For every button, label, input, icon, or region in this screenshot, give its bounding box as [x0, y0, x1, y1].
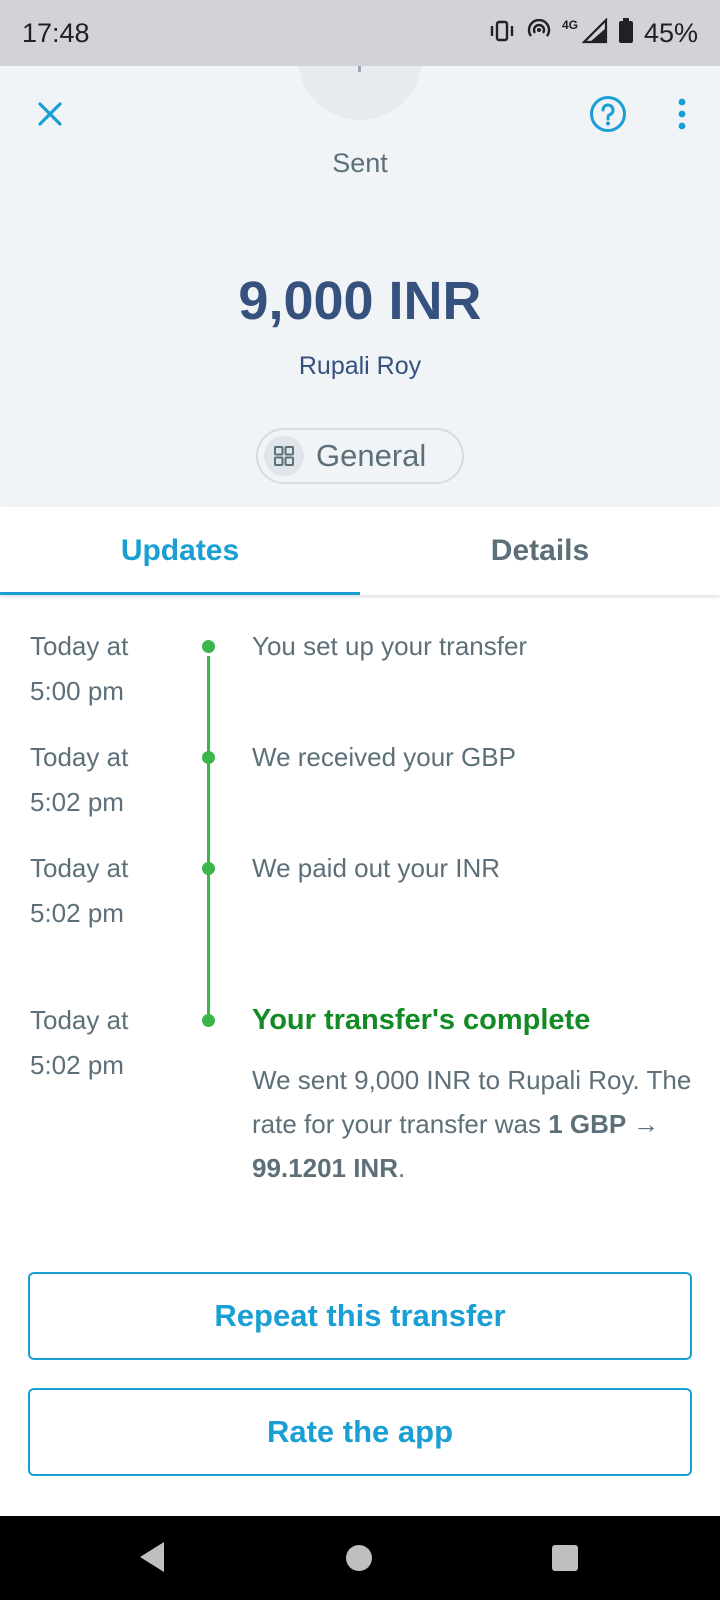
category-label: General	[316, 438, 427, 473]
timeline-time-line1: Today at	[30, 631, 129, 661]
close-button[interactable]	[30, 96, 70, 136]
timeline-dot	[202, 862, 215, 875]
timeline-time-line2: 5:02 pm	[30, 898, 124, 928]
signal-icon	[581, 16, 608, 49]
system-nav-bar	[0, 1516, 720, 1600]
transfer-status: Sent	[332, 148, 388, 178]
timeline-event-text: You set up your transfer	[252, 631, 528, 661]
status-icons: 4G 45%	[488, 16, 698, 49]
timeline-time: Today at 5:00 pm	[30, 624, 190, 714]
avatar	[298, 66, 422, 120]
tab-bar: Updates Details	[0, 507, 720, 595]
status-bar: 17:48 4G 45%	[0, 0, 720, 66]
grid-icon	[264, 436, 304, 476]
status-time: 17:48	[22, 17, 90, 48]
recent-apps-icon[interactable]	[552, 1545, 578, 1571]
home-icon[interactable]	[346, 1545, 372, 1571]
repeat-transfer-button[interactable]: Repeat this transfer	[28, 1272, 692, 1360]
timeline-time: Today at 5:02 pm	[30, 998, 190, 1088]
timeline-time-line1: Today at	[30, 742, 129, 772]
timeline-dot	[202, 1014, 215, 1027]
avatar-mark	[358, 66, 361, 72]
category-chip[interactable]: General	[256, 428, 464, 484]
timeline-line	[207, 656, 210, 1020]
hotspot-icon	[526, 18, 552, 48]
vibrate-icon	[488, 19, 516, 48]
tab-updates[interactable]: Updates	[0, 507, 360, 595]
timeline-time: Today at 5:02 pm	[30, 846, 190, 936]
transfer-complete-title: Your transfer's complete	[252, 1004, 591, 1036]
battery-icon	[618, 17, 634, 49]
rate-app-button[interactable]: Rate the app	[28, 1388, 692, 1476]
timeline-time-line2: 5:02 pm	[30, 1050, 124, 1080]
timeline-time: Today at 5:02 pm	[30, 735, 190, 825]
complete-body-end: .	[397, 1153, 406, 1183]
more-options-button[interactable]	[662, 96, 702, 136]
close-icon	[36, 100, 64, 133]
timeline-time-line1: Today at	[30, 853, 129, 883]
back-icon[interactable]	[138, 1540, 166, 1579]
timeline-event-text: We received your GBP	[252, 742, 516, 772]
timeline-event-text: We paid out your INR	[252, 853, 501, 883]
more-vertical-icon	[677, 98, 687, 135]
help-circle-icon	[589, 95, 627, 138]
tab-details[interactable]: Details	[360, 507, 720, 595]
transfer-header: Sent 9,000 INR Rupali Roy General	[0, 66, 720, 507]
network-type: 4G	[561, 18, 578, 32]
battery-level: 45%	[643, 17, 698, 48]
timeline-time-line2: 5:00 pm	[30, 676, 124, 706]
help-button[interactable]	[588, 95, 628, 138]
transfer-complete-body: We sent 9,000 INR to Rupali Roy. The rat…	[252, 1058, 692, 1190]
timeline-dot	[202, 640, 215, 653]
timeline-time-line2: 5:02 pm	[30, 787, 124, 817]
transfer-amount: 9,000 INR	[238, 271, 482, 331]
timeline-dot	[202, 751, 215, 764]
recipient-name: Rupali Roy	[298, 352, 422, 380]
timeline-time-line1: Today at	[30, 1005, 129, 1035]
